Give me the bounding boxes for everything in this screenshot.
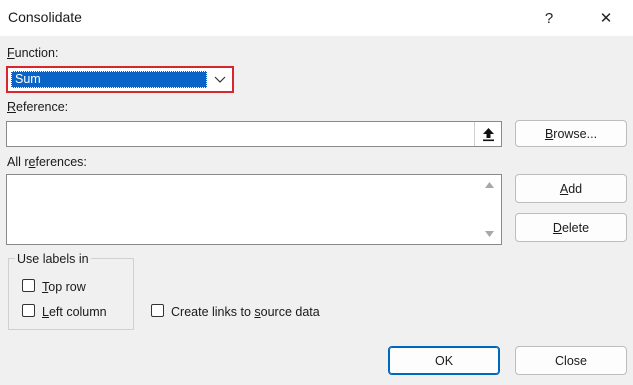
function-dropdown[interactable]: Sum — [6, 66, 234, 93]
create-links-checkbox[interactable] — [151, 304, 164, 317]
title-bar: Consolidate ? ✕ — [0, 0, 633, 36]
reference-label: Reference: — [7, 100, 69, 114]
top-row-label[interactable]: Top row — [42, 280, 86, 294]
close-button[interactable]: Close — [515, 346, 627, 375]
scroll-up-icon[interactable] — [485, 182, 494, 188]
dialog-title: Consolidate — [8, 9, 82, 25]
left-column-label[interactable]: Left column — [42, 305, 107, 319]
reference-input[interactable] — [6, 121, 502, 147]
top-row-checkbox[interactable] — [22, 279, 35, 292]
help-button[interactable]: ? — [526, 0, 572, 36]
delete-button[interactable]: Delete — [515, 213, 627, 242]
browse-button[interactable]: Browse... — [515, 120, 627, 147]
help-icon: ? — [544, 9, 554, 27]
upload-arrow-icon — [483, 128, 494, 142]
all-references-list[interactable] — [6, 174, 502, 245]
close-icon: ✕ — [599, 10, 613, 27]
all-references-label: All references: — [7, 155, 87, 169]
close-window-button[interactable]: ✕ — [583, 0, 629, 36]
function-label: Function: — [7, 46, 59, 60]
scroll-down-icon[interactable] — [485, 231, 494, 237]
function-selected-value: Sum — [11, 71, 207, 88]
use-labels-group — [8, 258, 134, 330]
add-button[interactable]: Add — [515, 174, 627, 203]
use-labels-title: Use labels in — [15, 252, 91, 266]
collapse-dialog-button[interactable] — [474, 122, 501, 146]
create-links-label[interactable]: Create links to source data — [171, 305, 320, 319]
ok-button[interactable]: OK — [388, 346, 500, 375]
references-scrollbar[interactable] — [478, 175, 501, 244]
left-column-checkbox[interactable] — [22, 304, 35, 317]
chevron-down-icon[interactable] — [213, 72, 227, 87]
